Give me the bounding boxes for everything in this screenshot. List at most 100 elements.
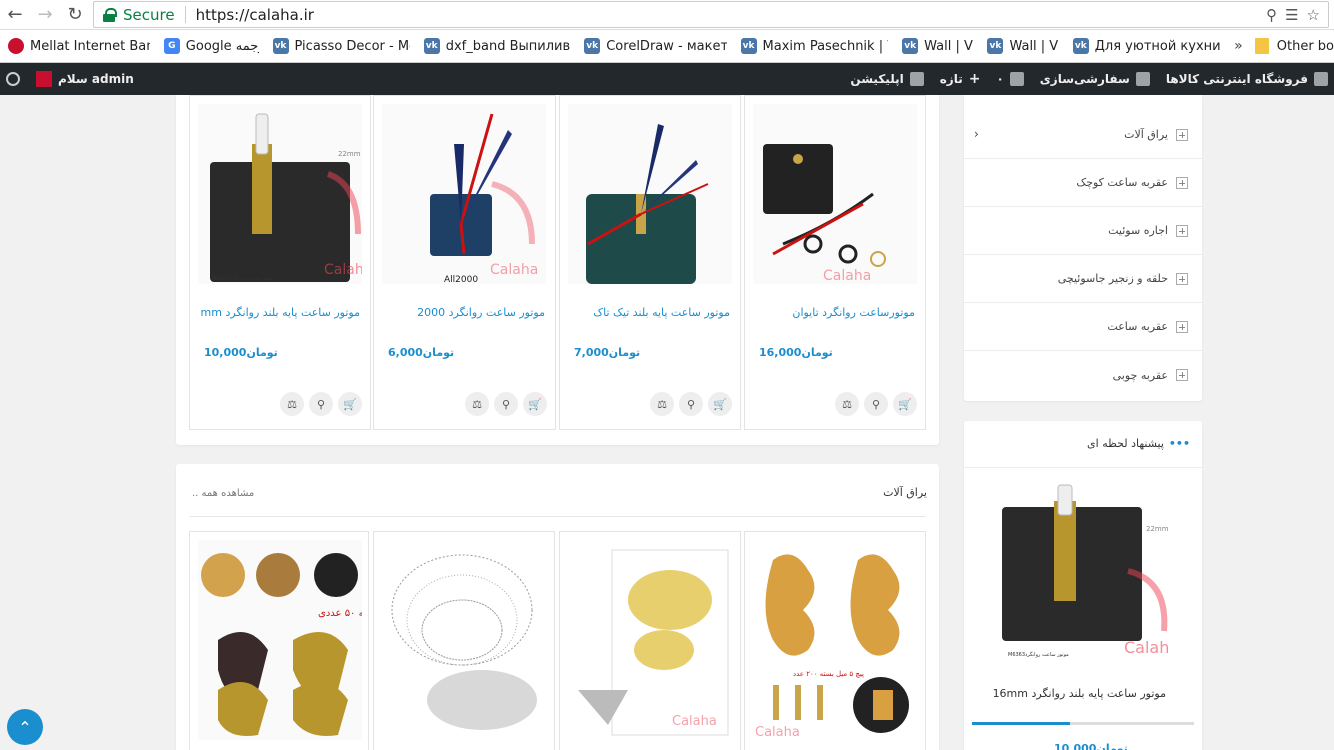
bookmark-maxim[interactable]: vkMaxim Pasechnik | VK bbox=[740, 38, 888, 54]
secure-label: Secure bbox=[123, 5, 175, 24]
search-icon[interactable]: ⚲ bbox=[494, 392, 518, 416]
url-text[interactable]: https://calaha.ir bbox=[196, 6, 314, 24]
expand-icon[interactable] bbox=[1176, 272, 1188, 285]
vk-icon: vk bbox=[272, 38, 289, 54]
forward-icon[interactable]: → bbox=[30, 0, 60, 30]
bookmark-kitchen[interactable]: vkДля уютной кухни (г bbox=[1072, 38, 1220, 54]
search-icon[interactable]: ⚲ bbox=[864, 392, 888, 416]
admin-greeting[interactable]: سلام admin bbox=[58, 72, 134, 86]
watermark: Calaha bbox=[755, 725, 800, 740]
product-card[interactable] bbox=[373, 531, 555, 750]
admin-bar-app[interactable]: اپلیکیشن bbox=[850, 72, 924, 86]
expand-icon[interactable] bbox=[1176, 369, 1188, 381]
search-icon[interactable]: ⚲ bbox=[679, 392, 703, 416]
category-item[interactable]: عقربه ساعت bbox=[964, 303, 1202, 351]
other-bookmarks[interactable]: Other bo bbox=[1254, 38, 1334, 54]
watermark: Calaha bbox=[1124, 638, 1168, 657]
bookmark-mellat[interactable]: Mellat Internet Banki bbox=[8, 38, 150, 54]
bookmarks-overflow[interactable]: » bbox=[1234, 38, 1243, 54]
offer-price: 10,000تومان bbox=[1054, 742, 1128, 750]
hardware-section: یراق آلات مشاهده همه .. بسته ۵۰ عددی bbox=[176, 464, 939, 750]
category-menu: یراق آلات ‹ عقربه ساعت کوچک اجاره سوئیت … bbox=[964, 95, 1202, 401]
bookmark-dxf-band[interactable]: vkdxf_band Выпиливан bbox=[423, 38, 570, 54]
offer-image[interactable]: 22mm Calaha M6363موتور ساعت روانگرد bbox=[998, 481, 1179, 661]
product-image[interactable]: All2000 Calaha bbox=[382, 104, 546, 284]
bookmark-google-translate[interactable]: GGoogle ترجمه bbox=[163, 38, 259, 54]
special-offer-widget: ••• پیشنهاد لحظه ای 22mm Calaha M6363موت… bbox=[964, 421, 1202, 750]
zoom-icon[interactable]: ⚲ bbox=[1266, 6, 1277, 24]
expand-icon[interactable] bbox=[1176, 320, 1188, 333]
compare-icon[interactable]: ⚖ bbox=[650, 392, 674, 416]
watermark: Calaha bbox=[672, 714, 717, 729]
translate-icon[interactable]: ☰ bbox=[1285, 6, 1298, 24]
chevron-left-icon[interactable]: ‹ bbox=[974, 127, 979, 141]
dots-icon: ••• bbox=[1168, 437, 1190, 450]
product-image[interactable]: بسته ۵۰ عددی bbox=[198, 540, 362, 740]
category-item[interactable]: اجاره سوئیت bbox=[964, 207, 1202, 255]
cart-icon[interactable]: 🛒 bbox=[338, 392, 362, 416]
offer-divider bbox=[964, 467, 1202, 468]
expand-icon[interactable] bbox=[1176, 224, 1188, 237]
compare-icon[interactable]: ⚖ bbox=[280, 392, 304, 416]
product-price: 7,000تومان bbox=[574, 346, 641, 359]
product-card[interactable]: پیچ ۵ میل بسته ۲۰۰ عدد Calaha bbox=[744, 531, 926, 750]
dim-label: 22mm bbox=[1146, 525, 1168, 533]
scroll-to-top-button[interactable]: ⌃ bbox=[7, 709, 43, 745]
search-icon[interactable]: ⚲ bbox=[309, 392, 333, 416]
vk-icon: vk bbox=[987, 38, 1004, 54]
search-icon[interactable] bbox=[6, 72, 20, 86]
reload-icon[interactable]: ↻ bbox=[60, 0, 90, 30]
compare-icon[interactable]: ⚖ bbox=[465, 392, 489, 416]
offer-product-title[interactable]: موتور ساعت پایه بلند روانگرد 16mm bbox=[993, 687, 1166, 700]
pack-label: پیچ ۵ میل بسته ۲۰۰ عدد bbox=[793, 670, 864, 678]
bookmark-coreldraw[interactable]: vkCorelDraw - макеты, bbox=[584, 38, 727, 54]
product-title[interactable]: موتور ساعت پایه بلند تیک تاک bbox=[570, 306, 730, 319]
product-image[interactable] bbox=[568, 104, 732, 284]
products-card: 22mm Calaha M6363موتور ساعت روانگرد موتو… bbox=[176, 95, 939, 445]
category-item[interactable]: یراق آلات ‹ bbox=[964, 111, 1202, 159]
category-item[interactable]: عقربه ساعت کوچک bbox=[964, 159, 1202, 207]
category-item[interactable]: حلقه و زنجیر جاسوئیچی bbox=[964, 255, 1202, 303]
admin-bar-new[interactable]: + تازه bbox=[940, 71, 981, 87]
bookmark-picasso[interactable]: vkPicasso Decor - Меб bbox=[272, 38, 410, 54]
compare-icon[interactable]: ⚖ bbox=[835, 392, 859, 416]
product-price: 16,000تومان bbox=[759, 346, 833, 359]
lock-icon bbox=[102, 7, 120, 22]
cart-icon[interactable]: 🛒 bbox=[893, 392, 917, 416]
admin-bar-customize[interactable]: سفارشی‌سازی bbox=[1040, 72, 1150, 86]
bookmark-wall-1[interactable]: vkWall | VK bbox=[902, 38, 973, 54]
product-image[interactable] bbox=[382, 540, 546, 740]
product-card[interactable]: 22mm Calaha M6363موتور ساعت روانگرد موتو… bbox=[189, 95, 371, 430]
star-icon[interactable]: ☆ bbox=[1307, 6, 1320, 24]
image-caption: M6363موتور ساعت روانگرد bbox=[212, 275, 273, 282]
see-all-link[interactable]: مشاهده همه .. bbox=[192, 488, 254, 499]
vk-icon: vk bbox=[1072, 38, 1089, 54]
cart-icon[interactable]: 🛒 bbox=[708, 392, 732, 416]
product-card[interactable]: All2000 Calaha موتور ساعت روانگرد 2000 6… bbox=[373, 95, 556, 430]
separator bbox=[184, 6, 186, 23]
bookmark-wall-2[interactable]: vkWall | VK bbox=[987, 38, 1059, 54]
browser-toolbar: ← → ↻ Secure https://calaha.ir ⚲ ☰ ☆ bbox=[0, 0, 1334, 30]
product-image[interactable]: 22mm Calaha M6363موتور ساعت روانگرد bbox=[198, 104, 362, 284]
product-card[interactable]: بسته ۵۰ عددی bbox=[189, 531, 369, 750]
product-image[interactable]: پیچ ۵ میل بسته ۲۰۰ عدد Calaha bbox=[753, 540, 917, 740]
vk-icon: vk bbox=[584, 38, 601, 54]
product-card[interactable]: Calaha bbox=[559, 531, 741, 750]
expand-icon[interactable] bbox=[1176, 176, 1188, 189]
expand-icon[interactable] bbox=[1176, 128, 1188, 141]
product-image[interactable]: Calaha bbox=[568, 540, 732, 740]
product-image[interactable]: Calaha bbox=[753, 104, 917, 284]
product-title[interactable]: موتورساعت روانگرد تایوان bbox=[755, 306, 915, 319]
category-item[interactable]: عقربه چوبی bbox=[964, 351, 1202, 399]
admin-bar-comments[interactable]: ۰ bbox=[996, 72, 1024, 86]
folder-icon bbox=[1254, 38, 1269, 54]
cart-icon[interactable]: 🛒 bbox=[523, 392, 547, 416]
product-card[interactable]: Calaha موتورساعت روانگرد تایوان 16,000تو… bbox=[744, 95, 926, 430]
vk-icon: vk bbox=[740, 38, 757, 54]
back-icon[interactable]: ← bbox=[0, 0, 30, 30]
address-bar[interactable]: Secure https://calaha.ir ⚲ ☰ ☆ bbox=[93, 1, 1329, 28]
product-title[interactable]: موتور ساعت روانگرد 2000 bbox=[385, 306, 545, 319]
admin-bar-site[interactable]: فروشگاه اینترنتی کالاها bbox=[1166, 72, 1328, 86]
product-title[interactable]: موتور ساعت پایه بلند روانگرد 16mm bbox=[200, 306, 360, 319]
product-card[interactable]: موتور ساعت پایه بلند تیک تاک 7,000تومان … bbox=[559, 95, 741, 430]
